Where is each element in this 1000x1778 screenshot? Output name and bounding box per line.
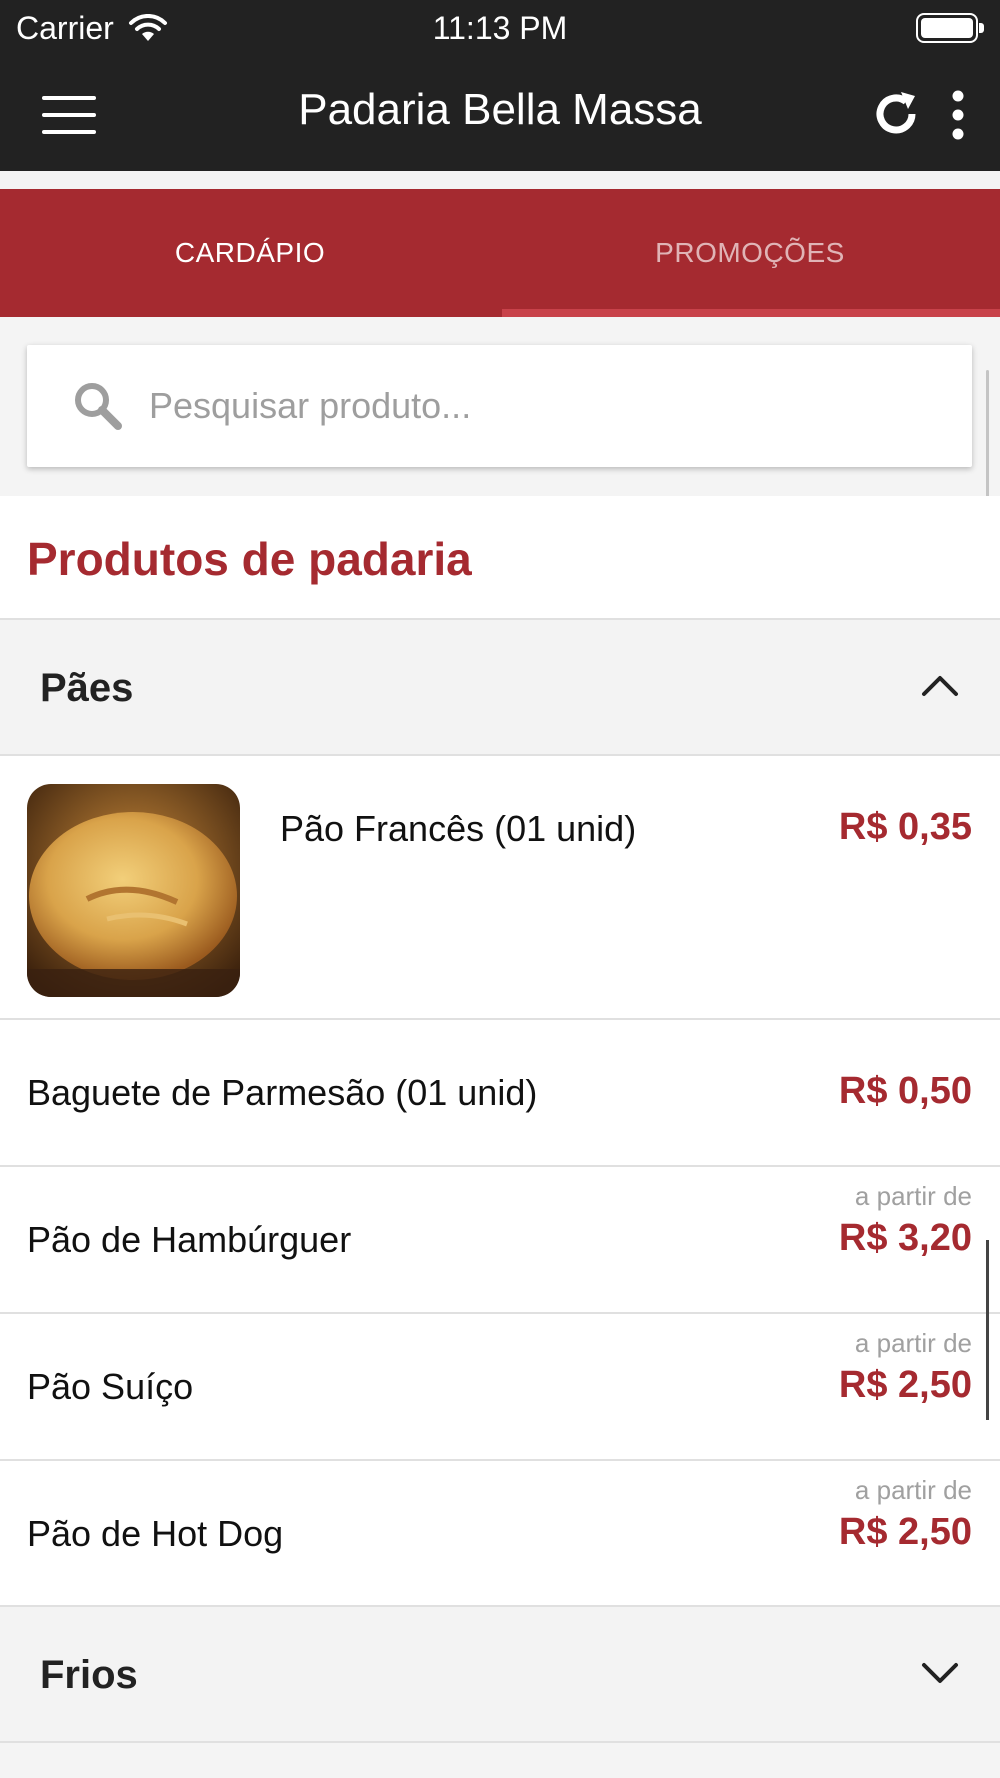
section-title: Produtos de padaria	[27, 533, 472, 585]
category-label: Frios	[40, 1653, 138, 1697]
tab-indicator	[502, 309, 1000, 317]
app-bar: Padaria Bella Massa	[0, 58, 1000, 171]
more-vertical-icon[interactable]	[940, 88, 976, 142]
app-title: Padaria Bella Massa	[298, 85, 702, 134]
price-from-label: a partir de	[854, 1181, 972, 1211]
product-price: R$ 0,50	[838, 1070, 972, 1112]
category-paes[interactable]: Pães	[0, 620, 1000, 756]
product-name: Pão de Hot Dog	[27, 1513, 284, 1554]
product-item-pao-frances[interactable]: Pão Francês (01 unid) R$ 0,35	[0, 756, 1000, 1020]
section-header: Produtos de padaria	[0, 496, 1000, 620]
chevron-down-icon	[922, 1663, 958, 1683]
product-price: R$ 2,50	[838, 1511, 972, 1553]
product-item-suico[interactable]: Pão Suíço a partir de R$ 2,50	[0, 1314, 1000, 1461]
search-input[interactable]	[149, 385, 909, 427]
tab-cardapio[interactable]: CARDÁPIO	[0, 189, 500, 317]
product-item-hamburguer[interactable]: Pão de Hambúrguer a partir de R$ 3,20	[0, 1167, 1000, 1314]
price-from-label: a partir de	[854, 1475, 972, 1505]
status-bar: Carrier 11:13 PM	[0, 0, 1000, 58]
tab-promocoes[interactable]: PROMOÇÕES	[500, 189, 1000, 317]
product-item-baguete[interactable]: Baguete de Parmesão (01 unid) R$ 0,50	[0, 1020, 1000, 1167]
header-gap	[0, 171, 1000, 189]
search-box[interactable]	[27, 345, 972, 467]
product-price: R$ 0,35	[838, 806, 972, 848]
price-from-label: a partir de	[854, 1328, 972, 1358]
category-label: Pães	[40, 666, 134, 710]
product-image	[27, 784, 240, 997]
product-name: Pão Suíço	[27, 1366, 194, 1407]
refresh-icon[interactable]	[868, 86, 924, 142]
battery-icon	[916, 13, 984, 43]
tab-bar: CARDÁPIO PROMOÇÕES	[0, 189, 1000, 317]
product-name: Pão de Hambúrguer	[27, 1219, 352, 1260]
product-item-hot-dog[interactable]: Pão de Hot Dog a partir de R$ 2,50	[0, 1461, 1000, 1607]
category-frios[interactable]: Frios	[0, 1607, 1000, 1743]
scrollbar[interactable]	[986, 370, 989, 500]
list-scroll-indicator	[986, 1240, 989, 1420]
product-name: Pão Francês (01 unid)	[280, 808, 637, 849]
status-time: 11:13 PM	[432, 10, 568, 46]
product-name: Baguete de Parmesão (01 unid)	[27, 1072, 538, 1113]
product-price: R$ 2,50	[838, 1364, 972, 1406]
chevron-up-icon	[922, 676, 958, 696]
product-price: R$ 3,20	[838, 1217, 972, 1259]
search-icon	[75, 383, 122, 430]
